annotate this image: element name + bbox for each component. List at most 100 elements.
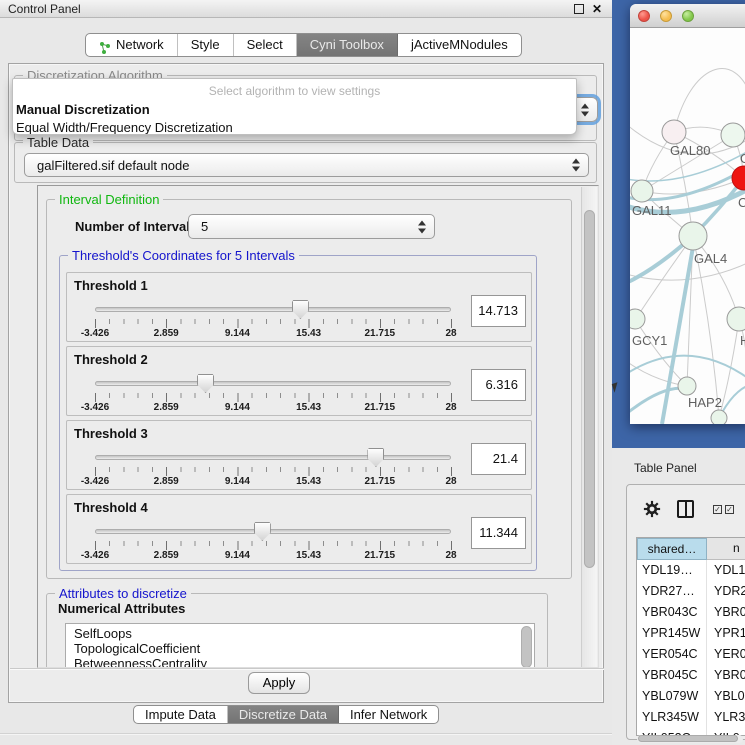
table-row[interactable]: YBL079WYBL0 [637,686,745,707]
tab-network[interactable]: Network [86,34,178,56]
table-cell: YLR345W [637,707,707,728]
tab-cyni-toolbox-label: Cyni Toolbox [310,34,384,56]
table-row[interactable]: YDL19…YDL1 [637,560,745,581]
algorithm-popup: Select algorithm to view settings Manual… [12,78,577,135]
columns-icon[interactable] [677,500,694,518]
table-panel-title: Table Panel [634,461,697,475]
numerical-attributes-list[interactable]: SelfLoopsTopologicalCoefficientBetweenne… [65,623,535,668]
tab-discretize-data[interactable]: Discretize Data [228,706,339,723]
threshold-slider-thumb[interactable] [254,522,271,541]
gear-icon[interactable] [643,500,661,518]
slider-tick-label: 15.43 [296,476,321,487]
threshold-slider-track[interactable] [95,529,451,534]
tab-jactivemnodules[interactable]: jActiveMNodules [398,34,521,56]
control-panel: Control Panel ✕ Network Style Select Cyn… [0,0,612,745]
threshold-slider-thumb[interactable] [292,300,309,319]
table-row[interactable]: YBR045CYBR0 [637,665,745,686]
table-row[interactable]: YDR27…YDR2 [637,581,745,602]
threshold-slider-thumb[interactable] [367,448,384,467]
combobox-stepper-icon [581,102,589,117]
column-header-name[interactable]: n [707,538,745,560]
table-row[interactable]: YPR145WYPR1 [637,623,745,644]
number-of-intervals-combobox[interactable]: 5 [188,214,435,239]
tab-jactivemnodules-label: jActiveMNodules [411,34,508,56]
tab-style[interactable]: Style [178,34,234,56]
threshold-slider-track[interactable] [95,307,451,312]
threshold-slider-thumb[interactable] [197,374,214,393]
number-of-intervals-value: 5 [201,219,208,234]
tab-infer-network-label: Infer Network [350,706,427,723]
slider-tick-label: 2.859 [154,402,179,413]
window-zoom-button[interactable] [682,10,694,22]
select-check-icon[interactable]: ✓ [725,505,734,514]
network-node[interactable] [678,377,696,395]
apply-button[interactable]: Apply [248,672,310,694]
threshold-value-field[interactable]: 11.344 [471,517,526,549]
network-node[interactable] [721,123,745,147]
control-panel-title: Control Panel [8,0,81,18]
settings-scrollpane: Interval Definition Number of Intervals … [37,185,599,668]
interval-definition-title: Interval Definition [55,192,163,207]
network-node[interactable] [631,180,653,202]
select-check-icon[interactable]: ✓ [713,505,722,514]
threshold-value-field[interactable]: 6.316 [471,369,526,401]
slider-tick-label: 21.715 [365,476,396,487]
table-data-combobox[interactable]: galFiltered.sif default node [24,153,589,177]
network-node[interactable] [630,309,645,329]
table-horizontal-scrollbar[interactable] [637,735,743,743]
tab-style-label: Style [191,34,220,56]
network-node[interactable] [727,307,745,331]
network-window[interactable]: GAL80GACGAL11GAL4GCY1HHAP2 [630,4,745,424]
panel-scrollbar-thumb[interactable] [584,210,595,568]
desktop-background: GAL80GACGAL11GAL4GCY1HHAP2 Table Panel [612,0,745,745]
slider-tick-labels: -3.4262.8599.14415.4321.71528 [95,550,452,562]
table-scrollbar-thumb[interactable] [638,735,738,742]
tab-infer-network[interactable]: Infer Network [339,706,438,723]
panel-vertical-scrollbar[interactable] [581,187,597,667]
slider-tick-label: 9.144 [225,476,250,487]
table-cell: YER0 [707,644,745,665]
threshold-slider-track[interactable] [95,381,451,386]
table-row[interactable]: YBR043CYBR0 [637,602,745,623]
tab-cyni-toolbox[interactable]: Cyni Toolbox [297,34,398,56]
network-node-label: GAL4 [694,251,727,266]
tab-discretize-data-label: Discretize Data [239,706,327,723]
column-header-shared-name[interactable]: shared… [637,538,707,560]
network-node[interactable] [711,410,727,424]
network-node-label: GA [740,151,745,166]
slider-ticks [95,541,452,550]
network-node[interactable] [662,120,686,144]
network-canvas[interactable]: GAL80GACGAL11GAL4GCY1HHAP2 [630,29,745,424]
table-row[interactable]: YLR345WYLR3 [637,707,745,728]
top-tab-bar: Network Style Select Cyni Toolbox jActiv… [85,33,522,57]
slider-tick-label: -3.426 [81,476,109,487]
tab-impute-data[interactable]: Impute Data [134,706,228,723]
threshold-label: Threshold 1 [74,278,148,293]
threshold-value-field[interactable]: 21.4 [471,443,526,475]
threshold-slider-track[interactable] [95,455,451,460]
network-window-titlebar[interactable] [630,4,745,28]
table-cell: YDL1 [707,560,745,581]
algorithm-option-manual[interactable]: Manual Discretization [13,101,576,119]
threshold-value-field[interactable]: 14.713 [471,295,526,327]
network-node[interactable] [679,222,707,250]
table-cell: YDR2 [707,581,745,602]
threshold-label: Threshold 3 [74,426,148,441]
threshold-row: Threshold 4 -3.4262.8599.14415.4321.7152… [66,494,532,564]
window-close-button[interactable] [638,10,650,22]
attribute-item[interactable]: SelfLoops [66,626,534,641]
float-window-icon[interactable] [574,4,584,14]
control-panel-titlebar: Control Panel ✕ [0,0,612,18]
algorithm-option-equal-width[interactable]: Equal Width/Frequency Discretization [13,119,576,135]
slider-tick-label: 28 [445,476,456,487]
slider-tick-label: 2.859 [154,328,179,339]
window-minimize-button[interactable] [660,10,672,22]
attribute-item[interactable]: TopologicalCoefficient [66,641,534,656]
list-scrollbar-thumb[interactable] [521,626,532,668]
table-row[interactable]: YER054CYER0 [637,644,745,665]
close-icon[interactable]: ✕ [592,1,602,17]
thresholds-group-title: Threshold's Coordinates for 5 Intervals [68,248,299,263]
slider-tick-label: 21.715 [365,328,396,339]
attribute-item[interactable]: BetweennessCentrality [66,656,534,668]
tab-select[interactable]: Select [234,34,297,56]
